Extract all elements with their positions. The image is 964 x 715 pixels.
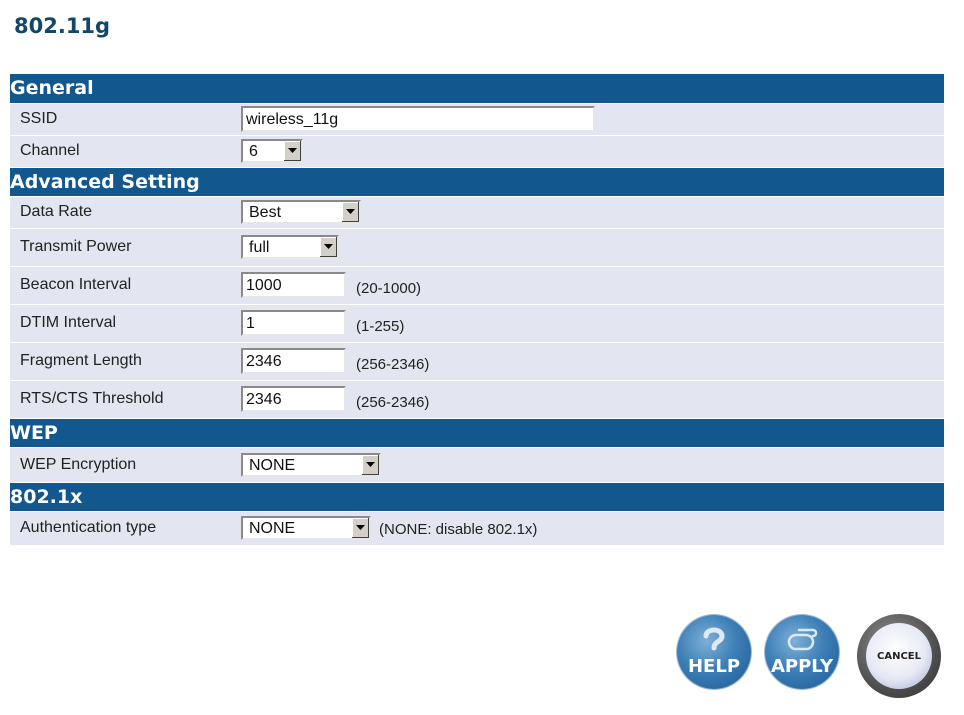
beacon-interval-row: Beacon Interval 1000 (20-1000) [10,266,944,305]
section-wep-title: WEP [10,418,944,448]
apply-button-label: APPLY [770,656,833,677]
wep-encryption-row: WEP Encryption NONE [10,447,944,483]
data-rate-label: Data Rate [10,196,241,229]
auth-type-select[interactable]: NONE [241,516,371,540]
page-title: 802.11g [14,14,111,38]
settings-table: General SSID wireless_11g Channel 6 Adva… [10,74,944,546]
channel-label: Channel [10,135,241,168]
wep-encryption-select-value: NONE [249,456,296,474]
rts-threshold-label: RTS/CTS Threshold [10,380,241,419]
fragment-length-row: Fragment Length 2346 (256-2346) [10,342,944,381]
chevron-down-icon[interactable] [341,202,359,222]
chevron-down-icon[interactable] [351,518,369,538]
help-button-label: HELP [687,656,741,677]
beacon-interval-label: Beacon Interval [10,266,241,305]
cancel-button-label: CANCEL [877,650,921,662]
help-button[interactable]: HELP [677,615,751,689]
apply-button[interactable]: APPLY [765,615,839,689]
channel-select[interactable]: 6 [241,139,303,163]
beacon-interval-range: (20-1000) [356,279,422,297]
chevron-down-icon[interactable] [319,237,337,257]
dtim-interval-range: (1-255) [356,317,405,335]
auth-type-label: Authentication type [10,511,241,546]
question-mark-icon [703,627,725,651]
transmit-power-label: Transmit Power [10,228,241,267]
transmit-power-select-value: full [249,239,270,256]
fragment-length-range: (256-2346) [356,355,430,373]
wep-encryption-label: WEP Encryption [10,447,241,483]
section-8021x-title: 802.1x [10,482,944,512]
transmit-power-select[interactable]: full [241,235,339,259]
fragment-length-input[interactable]: 2346 [241,348,346,374]
section-advanced: Advanced Setting [10,167,944,197]
data-rate-select[interactable]: Best [241,200,361,224]
auth-type-select-value: NONE [249,520,296,537]
auth-type-row: Authentication type NONE (NONE: disable … [10,511,944,546]
ssid-input[interactable]: wireless_11g [241,106,595,132]
channel-row: Channel 6 [10,135,944,168]
ssid-label: SSID [10,103,241,136]
section-8021x: 802.1x [10,482,944,512]
rts-threshold-input[interactable]: 2346 [241,386,346,412]
data-rate-row: Data Rate Best [10,196,944,229]
rts-threshold-range: (256-2346) [356,393,430,411]
fragment-length-label: Fragment Length [10,342,241,381]
dtim-interval-input[interactable]: 1 [241,310,346,336]
section-general: General [10,74,944,104]
transmit-power-row: Transmit Power full [10,228,944,267]
section-advanced-title: Advanced Setting [10,167,944,197]
ssid-row: SSID wireless_11g [10,103,944,136]
dtim-interval-label: DTIM Interval [10,304,241,343]
channel-select-value: 6 [249,143,258,160]
hand-pointer-icon [787,628,818,651]
rts-threshold-row: RTS/CTS Threshold 2346 (256-2346) [10,380,944,419]
auth-type-note: (NONE: disable 802.1x) [379,520,538,538]
chevron-down-icon[interactable] [283,141,301,161]
data-rate-select-value: Best [249,204,282,221]
cancel-button-face: CANCEL [866,623,932,689]
section-general-title: General [10,74,944,104]
cancel-button[interactable]: CANCEL [857,614,941,698]
section-wep: WEP [10,418,944,448]
wep-encryption-select[interactable]: NONE [241,452,381,477]
dtim-interval-row: DTIM Interval 1 (1-255) [10,304,944,343]
chevron-down-icon[interactable] [361,454,379,475]
beacon-interval-input[interactable]: 1000 [241,272,346,298]
